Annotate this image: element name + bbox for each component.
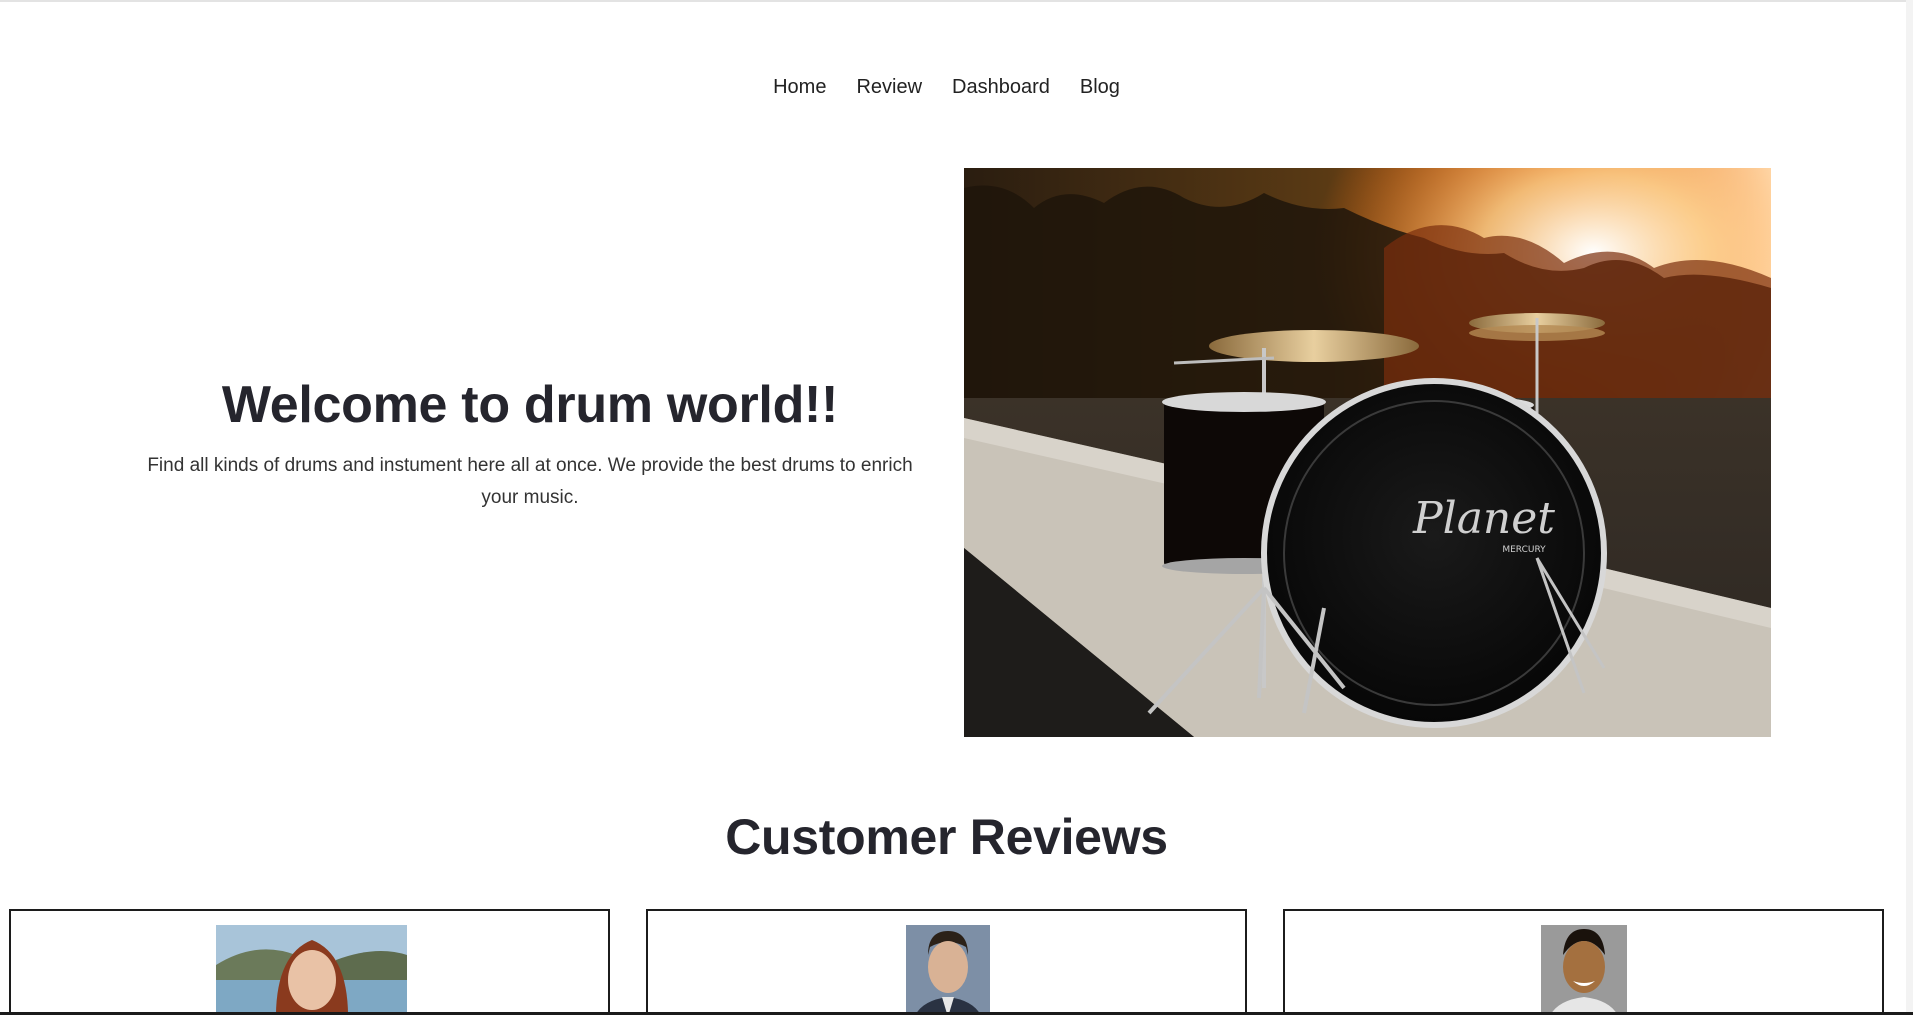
hero-drum-image: Planet MERCURY (964, 168, 1771, 737)
bass-drum-brand: Planet (1412, 493, 1555, 544)
main-nav: Home Review Dashboard Blog (0, 72, 1893, 102)
reviews-title: Customer Reviews (725, 809, 1168, 865)
hero-text: Welcome to drum world!! Find all kinds o… (140, 372, 920, 514)
hero-title: Welcome to drum world!! (221, 376, 839, 434)
nav-link-blog[interactable]: Blog (1065, 72, 1135, 102)
nav-link-review[interactable]: Review (841, 72, 937, 102)
avatar (906, 925, 990, 1015)
hero-subtitle: Find all kinds of drums and instument he… (147, 455, 913, 508)
top-divider (0, 0, 1913, 2)
nav-link-home[interactable]: Home (758, 72, 841, 102)
review-card (1283, 909, 1884, 1015)
right-edge (1906, 0, 1913, 1015)
avatar (1541, 925, 1627, 1015)
avatar (216, 925, 407, 1015)
review-card (9, 909, 610, 1015)
review-card (646, 909, 1247, 1015)
bass-drum-model: MERCURY (1502, 545, 1546, 555)
page: Home Review Dashboard Blog Welcome to dr… (0, 0, 1913, 1015)
nav-link-dashboard[interactable]: Dashboard (937, 72, 1065, 102)
